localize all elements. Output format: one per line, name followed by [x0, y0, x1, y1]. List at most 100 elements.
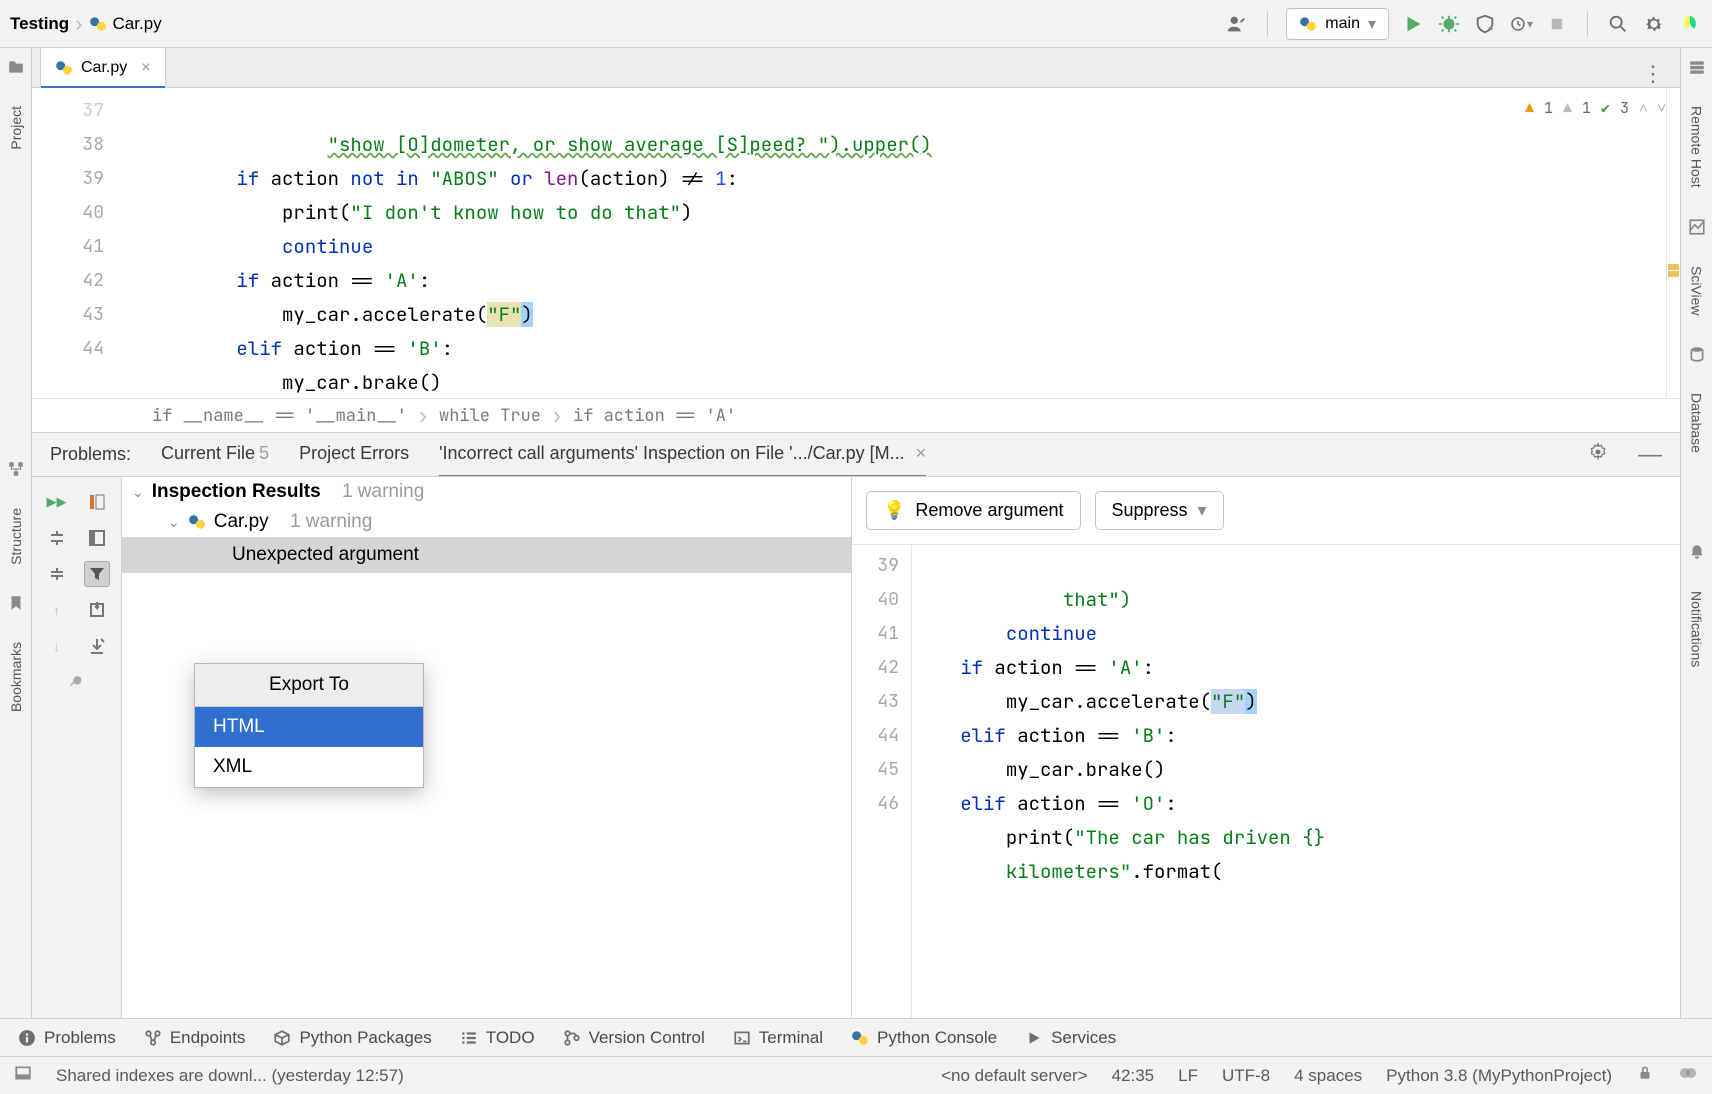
editor-tab-car[interactable]: Car.py × [40, 47, 166, 87]
python-icon [1299, 15, 1317, 33]
add-user-icon[interactable] [1225, 12, 1249, 36]
sidebar-structure[interactable]: Structure [8, 508, 24, 565]
expand-icon[interactable] [44, 525, 70, 551]
tab-label: Car.py [81, 59, 127, 77]
status-message[interactable]: Shared indexes are downl... (yesterday 1… [56, 1066, 404, 1086]
packages-icon [273, 1029, 291, 1047]
prev-icon[interactable]: ↑ [44, 597, 70, 623]
breadcrumb-file[interactable]: Car.py [113, 14, 162, 34]
tab-python-console[interactable]: Python Console [851, 1028, 997, 1048]
settings-icon[interactable] [64, 669, 90, 695]
vcs-icon [563, 1029, 581, 1047]
sidebar-sciview[interactable]: SciView [1689, 266, 1705, 316]
bottom-tool-tabs: Problems Endpoints Python Packages TODO … [0, 1018, 1712, 1056]
status-hide-icon[interactable] [14, 1064, 32, 1087]
debug-button[interactable] [1437, 12, 1461, 36]
remote-host-icon[interactable] [1688, 58, 1706, 76]
tab-current-file[interactable]: Current File5 [161, 443, 269, 466]
main-area: Car.py × ⋮ 37 38 39 40 41 42 43 44 "show… [32, 48, 1680, 1018]
project-tool-icon[interactable] [7, 58, 25, 76]
breadcrumb-project[interactable]: Testing [10, 14, 69, 34]
sync-icon[interactable] [1678, 1063, 1698, 1088]
sciview-icon[interactable] [1688, 218, 1706, 236]
tab-services[interactable]: Services [1025, 1028, 1116, 1048]
tree-message[interactable]: Unexpected argument [122, 537, 851, 573]
error-stripe[interactable] [1666, 88, 1680, 398]
tab-endpoints[interactable]: Endpoints [144, 1028, 246, 1048]
services-icon [1025, 1029, 1043, 1047]
tree-file[interactable]: ⌄Car.py 1 warning [122, 507, 851, 537]
stop-button[interactable] [1545, 12, 1569, 36]
rerun-icon[interactable]: ▶▶ [44, 489, 70, 515]
status-position[interactable]: 42:35 [1112, 1066, 1155, 1086]
tab-python-packages[interactable]: Python Packages [273, 1028, 431, 1048]
highlight-icon[interactable] [84, 489, 110, 515]
inspection-badges[interactable]: ▲1 ▲1 ✔3 ˄ ˅ [1525, 98, 1666, 118]
breadcrumb: Testing › Car.py [10, 11, 162, 37]
tree-root[interactable]: ⌄Inspection Results 1 warning [122, 477, 851, 507]
search-icon[interactable] [1606, 12, 1630, 36]
run-button[interactable] [1401, 12, 1425, 36]
close-icon[interactable]: × [141, 59, 150, 77]
export-xml[interactable]: XML [195, 747, 423, 787]
close-icon[interactable]: × [916, 443, 927, 463]
inspection-tree[interactable]: ⌄Inspection Results 1 warning ⌄Car.py 1 … [122, 477, 852, 1018]
sidebar-notifications[interactable]: Notifications [1689, 591, 1705, 667]
gear-icon[interactable] [1588, 442, 1608, 467]
preview-code[interactable]: that") continue if action == 'A': my_car… [912, 545, 1680, 1018]
minimize-icon[interactable]: — [1638, 441, 1662, 469]
tab-vcs[interactable]: Version Control [563, 1028, 705, 1048]
sidebar-bookmarks[interactable]: Bookmarks [8, 642, 24, 712]
suppress-button[interactable]: Suppress ▾ [1095, 491, 1224, 530]
run-config-selector[interactable]: main ▾ [1286, 8, 1389, 40]
coverage-button[interactable] [1473, 12, 1497, 36]
status-server[interactable]: <no default server> [941, 1066, 1087, 1086]
tab-project-errors[interactable]: Project Errors [299, 443, 409, 466]
tab-terminal[interactable]: Terminal [733, 1028, 823, 1048]
chevron-down-icon: ▾ [1368, 14, 1376, 34]
structure-tool-icon[interactable] [7, 460, 25, 478]
nav-breadcrumb[interactable]: if __name__ == '__main__'› while True› i… [32, 398, 1680, 432]
status-encoding[interactable]: UTF-8 [1222, 1066, 1270, 1086]
export-popup: Export To HTML XML [194, 663, 424, 788]
lock-icon[interactable] [1636, 1064, 1654, 1087]
weak-warning-icon: ▲ [1563, 98, 1572, 118]
code-editor[interactable]: 37 38 39 40 41 42 43 44 "show [O]dometer… [32, 88, 1680, 398]
status-sdk[interactable]: Python 3.8 (MyPythonProject) [1386, 1066, 1612, 1086]
filter-icon[interactable] [84, 561, 110, 587]
collapse-icon[interactable] [44, 561, 70, 587]
inspection-panel: ▶▶ ↑ ↓ ⌄Inspection Results 1 warning ⌄Ca… [32, 476, 1680, 1018]
inspection-toolbar: ▶▶ ↑ ↓ [32, 477, 122, 1018]
popup-title: Export To [195, 664, 423, 707]
status-indent[interactable]: 4 spaces [1294, 1066, 1362, 1086]
notifications-icon[interactable] [1688, 543, 1706, 561]
chevron-down-icon[interactable]: ˅ [1658, 98, 1666, 118]
remove-argument-button[interactable]: 💡Remove argument [866, 491, 1081, 530]
bookmarks-tool-icon[interactable] [7, 594, 25, 612]
autoscroll-icon[interactable] [84, 597, 110, 623]
status-lineend[interactable]: LF [1178, 1066, 1198, 1086]
export-html[interactable]: HTML [195, 707, 423, 747]
layout-icon[interactable] [84, 525, 110, 551]
sidebar-database[interactable]: Database [1689, 393, 1705, 453]
code-body[interactable]: "show [O]dometer, or show average [S]pee… [118, 88, 1680, 398]
tab-problems[interactable]: Problems [18, 1028, 116, 1048]
python-file-icon [55, 59, 73, 77]
python-file-icon [89, 15, 107, 33]
profile-button[interactable]: ▾ [1509, 12, 1533, 36]
gear-icon[interactable] [1642, 12, 1666, 36]
chevron-up-icon[interactable]: ˄ [1639, 98, 1647, 118]
ide-logo-icon[interactable] [1678, 12, 1702, 36]
sidebar-remote-host[interactable]: Remote Host [1689, 106, 1705, 188]
export-icon[interactable] [84, 633, 110, 659]
tab-inspection[interactable]: 'Incorrect call arguments' Inspection on… [439, 443, 926, 466]
tab-todo[interactable]: TODO [460, 1028, 535, 1048]
more-icon[interactable]: ⋮ [1626, 61, 1680, 87]
todo-icon [460, 1029, 478, 1047]
top-toolbar: Testing › Car.py main ▾ ▾ [0, 0, 1712, 48]
database-icon[interactable] [1688, 345, 1706, 363]
status-bar: Shared indexes are downl... (yesterday 1… [0, 1056, 1712, 1094]
next-icon[interactable]: ↓ [44, 633, 70, 659]
run-config-label: main [1325, 15, 1360, 33]
sidebar-project[interactable]: Project [8, 106, 24, 150]
